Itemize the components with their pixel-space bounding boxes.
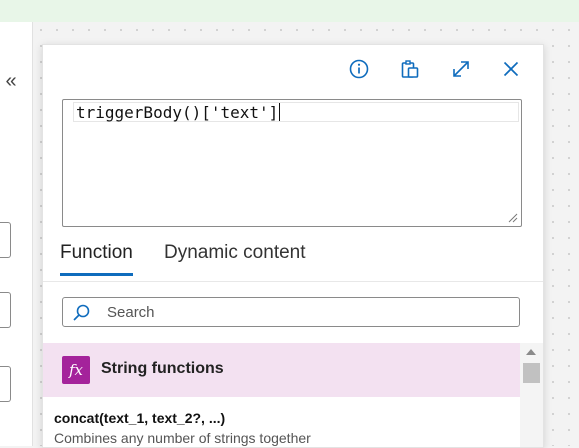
panel-header [43,45,543,91]
function-list-scrollbar[interactable] [520,343,543,447]
function-description: Combines any number of strings together [54,430,311,446]
text-caret [279,103,281,121]
expand-icon[interactable] [446,55,476,83]
category-label: String functions [101,360,224,377]
fx-function-icon: fx [62,356,90,384]
search-icon [73,304,90,321]
tab-function[interactable]: Function [60,237,133,276]
category-string-functions[interactable]: fx String functions [43,343,520,397]
clipboard-icon[interactable] [395,55,425,83]
function-name: concat(text_1, text_2?, ...) [54,410,226,426]
expression-editor[interactable]: triggerBody()['text'] [62,99,522,227]
info-icon[interactable] [344,55,374,83]
close-icon[interactable] [496,55,526,83]
left-sidebar: « [0,22,33,446]
expression-editor-panel: triggerBody()['text'] Function Dynamic c… [42,44,544,448]
collapse-chevron-icon[interactable]: « [2,70,20,92]
expression-line[interactable]: triggerBody()['text'] [73,102,519,122]
sidebar-field-stub[interactable] [0,366,11,402]
tabs-divider [43,281,543,282]
resize-grip-icon[interactable] [506,211,518,223]
function-item-concat[interactable]: concat(text_1, text_2?, ...) Combines an… [43,401,520,447]
function-search[interactable] [62,297,520,327]
search-input[interactable] [107,301,507,323]
sidebar-field-stub[interactable] [0,292,11,328]
tab-dynamic-content[interactable]: Dynamic content [164,237,306,273]
top-bar [0,0,579,22]
scroll-up-arrow-icon[interactable] [526,349,536,355]
sidebar-field-stub[interactable] [0,222,11,258]
scroll-thumb[interactable] [523,363,540,383]
expression-text: triggerBody()['text'] [76,103,279,122]
